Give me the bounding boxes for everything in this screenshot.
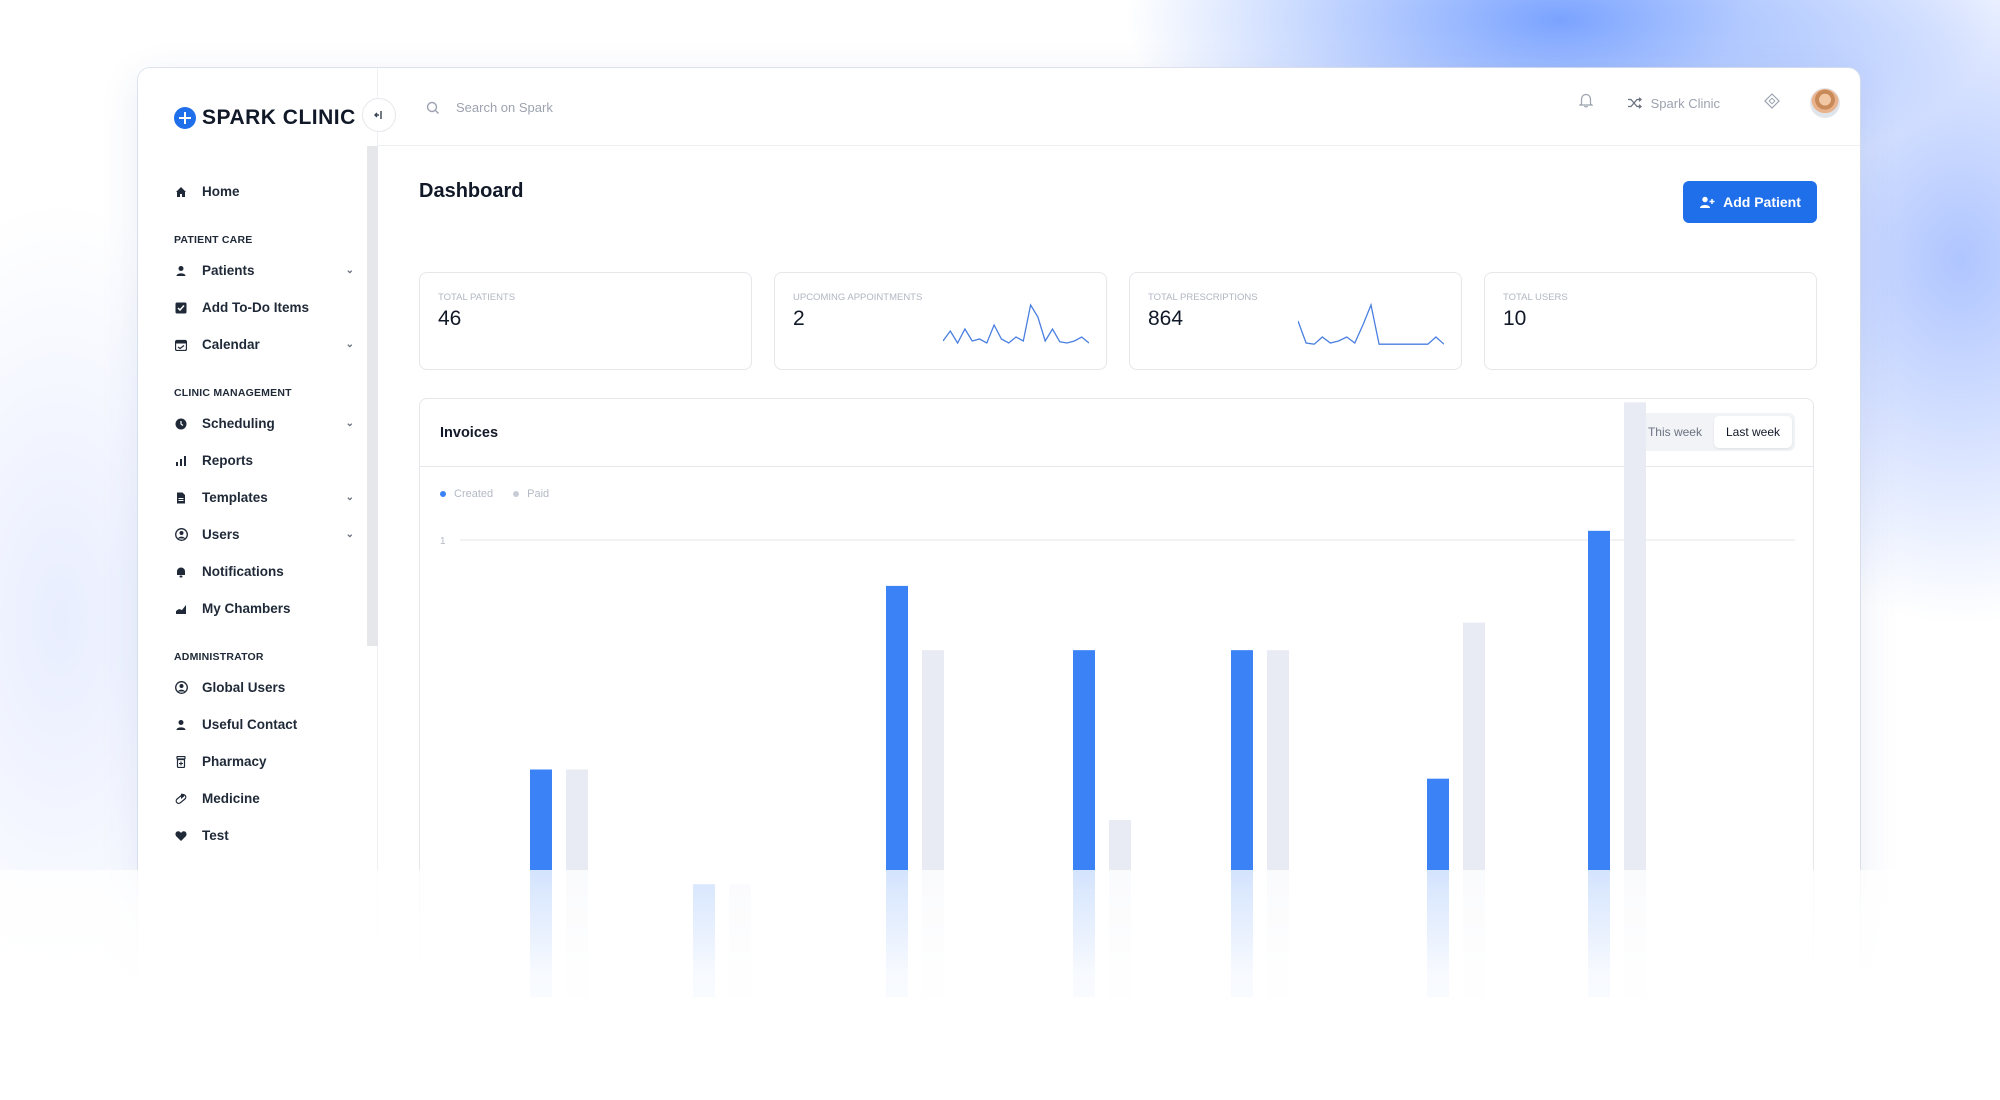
calendar-icon bbox=[174, 338, 188, 352]
sidebar-item-label: Patients bbox=[202, 263, 255, 278]
sidebar-item-label: Global Users bbox=[202, 680, 286, 695]
sparkline-upcoming-appointments bbox=[943, 303, 1089, 345]
sidebar-item-pharmacy[interactable]: Pharmacy bbox=[174, 743, 354, 780]
workspace-switcher[interactable]: Spark Clinic bbox=[1627, 96, 1720, 111]
search-icon bbox=[426, 101, 439, 114]
chart-area-icon bbox=[174, 602, 188, 616]
chevron-down-icon[interactable]: ⌄ bbox=[346, 418, 354, 429]
sidebar-item-my-chambers[interactable]: My Chambers bbox=[174, 590, 354, 627]
sparkline-total-prescriptions bbox=[1298, 302, 1444, 345]
checkbox-icon bbox=[174, 301, 188, 315]
bell-icon bbox=[174, 565, 188, 579]
sidebar-item-label: My Chambers bbox=[202, 601, 291, 616]
capsule-icon bbox=[174, 792, 188, 806]
stat-label: TOTAL PRESCRIPTIONS bbox=[1148, 292, 1258, 303]
sparkline-path bbox=[1298, 302, 1444, 345]
sidebar-item-useful-contact[interactable]: Useful Contact bbox=[174, 706, 354, 743]
sidebar-item-label: Home bbox=[202, 184, 240, 199]
bottom-fade-overlay bbox=[0, 870, 2000, 1100]
sidebar-item-label: Notifications bbox=[202, 564, 284, 579]
user-circle-icon bbox=[174, 528, 188, 542]
apps-diamond-icon[interactable] bbox=[1764, 92, 1780, 114]
workspace-label: Spark Clinic bbox=[1650, 95, 1720, 111]
stat-card-total-prescriptions[interactable]: TOTAL PRESCRIPTIONS 864 bbox=[1129, 272, 1462, 370]
sidebar-item-label: Test bbox=[202, 828, 229, 843]
stat-value: 864 bbox=[1148, 307, 1184, 330]
sidebar-item-label: Calendar bbox=[202, 337, 260, 352]
sidebar-item-label: Useful Contact bbox=[202, 717, 298, 732]
sidebar-item-templates[interactable]: Templates ⌄ bbox=[174, 479, 354, 516]
clock-icon bbox=[174, 417, 188, 431]
sidebar-item-patients[interactable]: Patients ⌄ bbox=[174, 252, 354, 289]
user-icon bbox=[174, 718, 188, 732]
sidebar-item-test[interactable]: Test bbox=[174, 817, 354, 854]
add-patient-button[interactable]: Add Patient bbox=[1683, 181, 1817, 223]
sidebar-item-reports[interactable]: Reports bbox=[174, 442, 354, 479]
sidebar-item-label: Reports bbox=[202, 453, 254, 468]
heart-icon bbox=[174, 829, 188, 843]
stat-label: TOTAL USERS bbox=[1503, 292, 1568, 303]
sidebar-item-users[interactable]: Users ⌄ bbox=[174, 516, 354, 553]
chevron-down-icon[interactable]: ⌄ bbox=[346, 492, 354, 503]
page-title: Dashboard bbox=[419, 180, 524, 202]
search-bar[interactable] bbox=[426, 100, 756, 115]
stat-card-upcoming-appointments[interactable]: UPCOMING APPOINTMENTS 2 bbox=[774, 272, 1107, 370]
sidebar-item-home[interactable]: Home bbox=[174, 173, 354, 210]
nav-menu: Home PATIENT CARE Patients ⌄ Add To-Do I… bbox=[174, 173, 354, 854]
sidebar-item-label: Medicine bbox=[202, 791, 260, 806]
top-bar: Spark Clinic bbox=[378, 68, 1860, 146]
sidebar-item-scheduling[interactable]: Scheduling ⌄ bbox=[174, 405, 354, 442]
spark-logo-icon bbox=[174, 107, 196, 129]
sidebar-item-label: Add To-Do Items bbox=[202, 300, 309, 315]
add-patient-label: Add Patient bbox=[1723, 194, 1801, 210]
sidebar-item-medicine[interactable]: Medicine bbox=[174, 780, 354, 817]
sidebar-collapse-button[interactable] bbox=[362, 98, 396, 132]
stat-value: 46 bbox=[438, 307, 462, 330]
stat-card-total-patients[interactable]: TOTAL PATIENTS 46 bbox=[419, 272, 752, 370]
header-actions: Spark Clinic bbox=[1577, 88, 1840, 118]
collapse-left-icon bbox=[374, 111, 382, 119]
sidebar-item-label: Pharmacy bbox=[202, 754, 267, 769]
stat-label: UPCOMING APPOINTMENTS bbox=[793, 292, 923, 303]
sidebar-item-global-users[interactable]: Global Users bbox=[174, 669, 354, 706]
chevron-down-icon[interactable]: ⌄ bbox=[346, 339, 354, 350]
sidebar-scrollbar[interactable] bbox=[367, 146, 378, 646]
stat-card-total-users[interactable]: TOTAL USERS 10 bbox=[1484, 272, 1817, 370]
add-user-icon bbox=[1700, 196, 1715, 208]
brand-name: SPARK CLINIC bbox=[202, 106, 356, 129]
y-tick-label: 1 bbox=[440, 536, 446, 547]
avatar[interactable] bbox=[1810, 88, 1840, 118]
notifications-bell-icon[interactable] bbox=[1577, 93, 1594, 113]
user-icon bbox=[174, 264, 188, 278]
home-icon bbox=[174, 185, 188, 199]
brand[interactable]: SPARK CLINIC bbox=[174, 106, 356, 130]
search-input[interactable] bbox=[456, 100, 756, 115]
section-title-patient-care: PATIENT CARE bbox=[174, 234, 253, 246]
sidebar-item-label: Templates bbox=[202, 490, 268, 505]
bar-chart-icon bbox=[174, 454, 188, 468]
stat-label: TOTAL PATIENTS bbox=[438, 292, 516, 303]
stat-value: 2 bbox=[793, 307, 805, 330]
section-title-clinic-management: CLINIC MANAGEMENT bbox=[174, 387, 292, 399]
pill-bottle-icon bbox=[174, 755, 188, 769]
user-circle-icon bbox=[174, 681, 188, 695]
chevron-down-icon[interactable]: ⌄ bbox=[346, 265, 354, 276]
sidebar-item-notifications[interactable]: Notifications bbox=[174, 553, 354, 590]
shuffle-icon bbox=[1627, 97, 1642, 109]
document-icon bbox=[174, 491, 188, 505]
chevron-down-icon[interactable]: ⌄ bbox=[346, 529, 354, 540]
sparkline-path bbox=[943, 303, 1089, 345]
stat-value: 10 bbox=[1503, 307, 1527, 330]
section-title-administrator: ADMINISTRATOR bbox=[174, 651, 264, 663]
sidebar-item-label: Users bbox=[202, 527, 240, 542]
sidebar-item-label: Scheduling bbox=[202, 416, 275, 431]
sidebar-item-calendar[interactable]: Calendar ⌄ bbox=[174, 326, 354, 363]
sidebar-item-add-todo[interactable]: Add To-Do Items bbox=[174, 289, 354, 326]
